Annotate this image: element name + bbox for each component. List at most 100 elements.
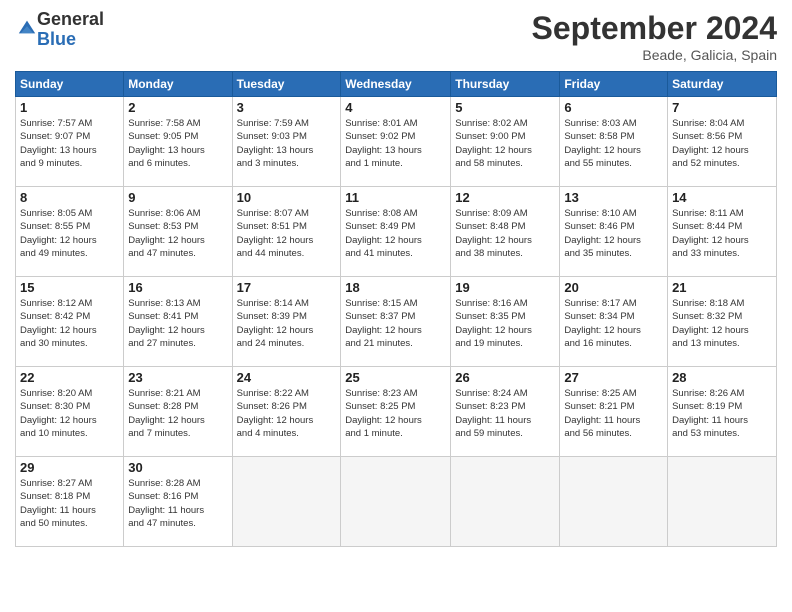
- day-number: 20: [564, 280, 663, 295]
- day-info: Sunrise: 8:09 AMSunset: 8:48 PMDaylight:…: [455, 207, 555, 260]
- logo-text: General Blue: [37, 10, 104, 50]
- day-info: Sunrise: 8:16 AMSunset: 8:35 PMDaylight:…: [455, 297, 555, 350]
- day-number: 12: [455, 190, 555, 205]
- calendar-table: SundayMondayTuesdayWednesdayThursdayFrid…: [15, 71, 777, 547]
- calendar-week-row: 22 Sunrise: 8:20 AMSunset: 8:30 PMDayligh…: [16, 367, 777, 457]
- header-row: SundayMondayTuesdayWednesdayThursdayFrid…: [16, 72, 777, 97]
- col-header-sunday: Sunday: [16, 72, 124, 97]
- logo-icon: [17, 17, 37, 37]
- day-info: Sunrise: 8:02 AMSunset: 9:00 PMDaylight:…: [455, 117, 555, 170]
- day-number: 19: [455, 280, 555, 295]
- calendar-cell: 18Sunrise: 8:15 AMSunset: 8:37 PMDayligh…: [341, 277, 451, 367]
- day-number: 5: [455, 100, 555, 115]
- col-header-tuesday: Tuesday: [232, 72, 341, 97]
- calendar-cell: 1 Sunrise: 7:57 AMSunset: 9:07 PMDaylight…: [16, 97, 124, 187]
- day-info: Sunrise: 8:01 AMSunset: 9:02 PMDaylight:…: [345, 117, 446, 170]
- day-number: 17: [237, 280, 337, 295]
- calendar-cell: 25Sunrise: 8:23 AMSunset: 8:25 PMDayligh…: [341, 367, 451, 457]
- month-title: September 2024: [532, 10, 777, 47]
- calendar-cell: 5 Sunrise: 8:02 AMSunset: 9:00 PMDaylight…: [451, 97, 560, 187]
- day-number: 13: [564, 190, 663, 205]
- calendar-cell: 23 Sunrise: 8:21 AMSunset: 8:28 PMDayligh…: [124, 367, 232, 457]
- day-info: Sunrise: 8:15 AMSunset: 8:37 PMDaylight:…: [345, 297, 446, 350]
- day-number: 9: [128, 190, 227, 205]
- day-number: 24: [237, 370, 337, 385]
- calendar-cell: 20 Sunrise: 8:17 AMSunset: 8:34 PMDayligh…: [560, 277, 668, 367]
- calendar-cell: 3 Sunrise: 7:59 AMSunset: 9:03 PMDaylight…: [232, 97, 341, 187]
- day-number: 29: [20, 460, 119, 475]
- calendar-cell: 22 Sunrise: 8:20 AMSunset: 8:30 PMDayligh…: [16, 367, 124, 457]
- title-block: September 2024 Beade, Galicia, Spain: [532, 10, 777, 63]
- location-subtitle: Beade, Galicia, Spain: [532, 47, 777, 63]
- day-number: 16: [128, 280, 227, 295]
- day-number: 25: [345, 370, 446, 385]
- day-number: 28: [672, 370, 772, 385]
- day-info: Sunrise: 7:59 AMSunset: 9:03 PMDaylight:…: [237, 117, 337, 170]
- calendar-cell: 8Sunrise: 8:05 AMSunset: 8:55 PMDaylight…: [16, 187, 124, 277]
- logo: General Blue: [15, 10, 104, 50]
- calendar-cell: 10 Sunrise: 8:07 AMSunset: 8:51 PMDayligh…: [232, 187, 341, 277]
- col-header-monday: Monday: [124, 72, 232, 97]
- day-number: 21: [672, 280, 772, 295]
- day-number: 30: [128, 460, 227, 475]
- calendar-cell: 6 Sunrise: 8:03 AMSunset: 8:58 PMDaylight…: [560, 97, 668, 187]
- calendar-cell: 16 Sunrise: 8:13 AMSunset: 8:41 PMDayligh…: [124, 277, 232, 367]
- day-info: Sunrise: 8:08 AMSunset: 8:49 PMDaylight:…: [345, 207, 446, 260]
- logo-general: General: [37, 9, 104, 29]
- day-number: 22: [20, 370, 119, 385]
- day-number: 10: [237, 190, 337, 205]
- day-info: Sunrise: 8:24 AMSunset: 8:23 PMDaylight:…: [455, 387, 555, 440]
- header: General Blue September 2024 Beade, Galic…: [15, 10, 777, 63]
- calendar-cell: [451, 457, 560, 547]
- day-info: Sunrise: 8:20 AMSunset: 8:30 PMDaylight:…: [20, 387, 119, 440]
- day-number: 14: [672, 190, 772, 205]
- calendar-cell: 19 Sunrise: 8:16 AMSunset: 8:35 PMDayligh…: [451, 277, 560, 367]
- calendar-cell: 30 Sunrise: 8:28 AMSunset: 8:16 PMDayligh…: [124, 457, 232, 547]
- calendar-week-row: 1 Sunrise: 7:57 AMSunset: 9:07 PMDaylight…: [16, 97, 777, 187]
- calendar-header: SundayMondayTuesdayWednesdayThursdayFrid…: [16, 72, 777, 97]
- calendar-cell: 11 Sunrise: 8:08 AMSunset: 8:49 PMDayligh…: [341, 187, 451, 277]
- calendar-cell: 9 Sunrise: 8:06 AMSunset: 8:53 PMDaylight…: [124, 187, 232, 277]
- day-info: Sunrise: 8:10 AMSunset: 8:46 PMDaylight:…: [564, 207, 663, 260]
- day-info: Sunrise: 8:21 AMSunset: 8:28 PMDaylight:…: [128, 387, 227, 440]
- calendar-cell: [560, 457, 668, 547]
- calendar-body: 1 Sunrise: 7:57 AMSunset: 9:07 PMDaylight…: [16, 97, 777, 547]
- col-header-saturday: Saturday: [668, 72, 777, 97]
- day-number: 23: [128, 370, 227, 385]
- day-info: Sunrise: 8:25 AMSunset: 8:21 PMDaylight:…: [564, 387, 663, 440]
- day-info: Sunrise: 8:05 AMSunset: 8:55 PMDaylight:…: [20, 207, 119, 260]
- calendar-cell: 17 Sunrise: 8:14 AMSunset: 8:39 PMDayligh…: [232, 277, 341, 367]
- day-number: 11: [345, 190, 446, 205]
- day-info: Sunrise: 8:27 AMSunset: 8:18 PMDaylight:…: [20, 477, 119, 530]
- col-header-friday: Friday: [560, 72, 668, 97]
- calendar-cell: 21 Sunrise: 8:18 AMSunset: 8:32 PMDayligh…: [668, 277, 777, 367]
- calendar-cell: 15Sunrise: 8:12 AMSunset: 8:42 PMDayligh…: [16, 277, 124, 367]
- day-number: 27: [564, 370, 663, 385]
- day-info: Sunrise: 8:03 AMSunset: 8:58 PMDaylight:…: [564, 117, 663, 170]
- calendar-cell: 27 Sunrise: 8:25 AMSunset: 8:21 PMDayligh…: [560, 367, 668, 457]
- day-info: Sunrise: 8:14 AMSunset: 8:39 PMDaylight:…: [237, 297, 337, 350]
- calendar-cell: 7 Sunrise: 8:04 AMSunset: 8:56 PMDaylight…: [668, 97, 777, 187]
- day-number: 7: [672, 100, 772, 115]
- day-number: 1: [20, 100, 119, 115]
- day-info: Sunrise: 8:28 AMSunset: 8:16 PMDaylight:…: [128, 477, 227, 530]
- day-info: Sunrise: 8:18 AMSunset: 8:32 PMDaylight:…: [672, 297, 772, 350]
- calendar-cell: [341, 457, 451, 547]
- day-info: Sunrise: 8:13 AMSunset: 8:41 PMDaylight:…: [128, 297, 227, 350]
- calendar-cell: 13 Sunrise: 8:10 AMSunset: 8:46 PMDayligh…: [560, 187, 668, 277]
- day-info: Sunrise: 8:22 AMSunset: 8:26 PMDaylight:…: [237, 387, 337, 440]
- calendar-week-row: 29 Sunrise: 8:27 AMSunset: 8:18 PMDayligh…: [16, 457, 777, 547]
- calendar-cell: 4 Sunrise: 8:01 AMSunset: 9:02 PMDaylight…: [341, 97, 451, 187]
- day-info: Sunrise: 8:04 AMSunset: 8:56 PMDaylight:…: [672, 117, 772, 170]
- day-info: Sunrise: 8:07 AMSunset: 8:51 PMDaylight:…: [237, 207, 337, 260]
- day-number: 26: [455, 370, 555, 385]
- col-header-thursday: Thursday: [451, 72, 560, 97]
- day-info: Sunrise: 7:58 AMSunset: 9:05 PMDaylight:…: [128, 117, 227, 170]
- day-info: Sunrise: 7:57 AMSunset: 9:07 PMDaylight:…: [20, 117, 119, 170]
- day-info: Sunrise: 8:17 AMSunset: 8:34 PMDaylight:…: [564, 297, 663, 350]
- day-number: 6: [564, 100, 663, 115]
- day-number: 3: [237, 100, 337, 115]
- day-info: Sunrise: 8:06 AMSunset: 8:53 PMDaylight:…: [128, 207, 227, 260]
- day-number: 4: [345, 100, 446, 115]
- logo-blue: Blue: [37, 29, 76, 49]
